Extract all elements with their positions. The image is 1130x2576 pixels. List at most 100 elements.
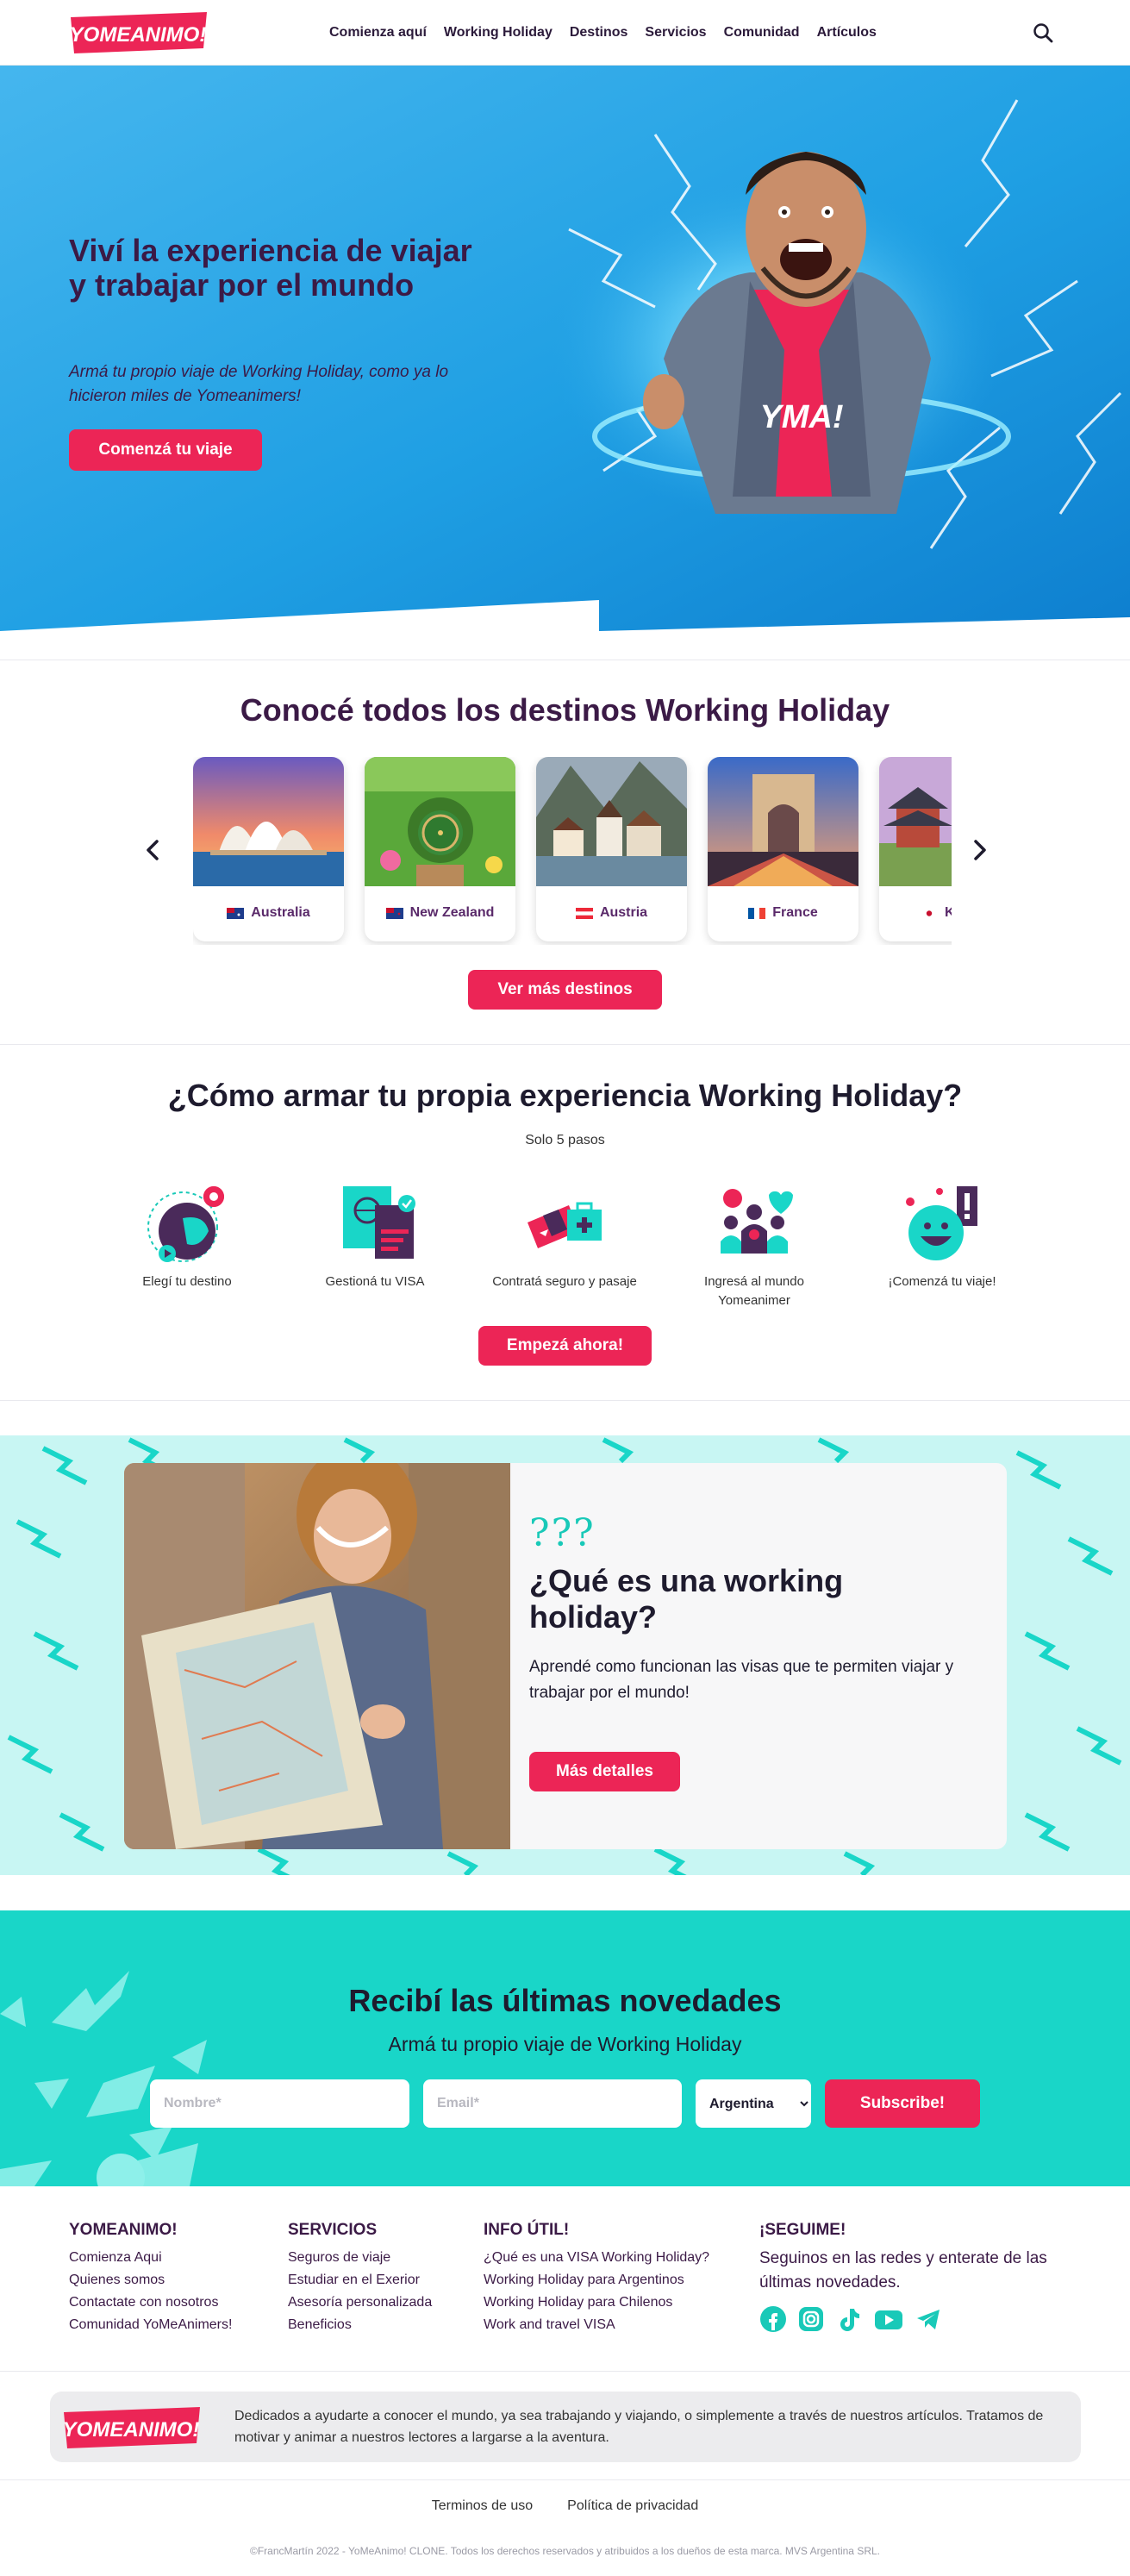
destination-name: Australia (251, 905, 310, 920)
nav-link-working-holiday[interactable]: Working Holiday (444, 25, 553, 41)
section-divider (0, 2371, 1130, 2372)
footer-link-comienza[interactable]: Comienza Aqui (69, 2247, 232, 2269)
chevron-right-icon[interactable] (967, 833, 993, 867)
austria-flag (575, 907, 593, 919)
footer-link-seguros[interactable]: Seguros de viaje (288, 2247, 432, 2269)
footer-link-contacto[interactable]: Contactate con nosotros (69, 2292, 232, 2314)
about-box: YOMEANIMO! Dedicados a ayudarte a conoce… (50, 2392, 1081, 2462)
hero-title: Viví la experiencia de viajar y trabajar… (69, 233, 472, 303)
smiley-icon (906, 1186, 977, 1260)
destination-card-france[interactable]: France (708, 757, 858, 941)
step-3: Contratá seguro y pasaje (491, 1179, 638, 1291)
destination-name: France (772, 905, 818, 920)
nav-link-articulos[interactable]: Artículos (817, 25, 877, 41)
new-zealand-flag (385, 907, 403, 919)
destination-label: K (879, 905, 952, 921)
footer-link-asesoria[interactable]: Asesoría personalizada (288, 2292, 432, 2314)
footer-link-work-travel[interactable]: Work and travel VISA (484, 2314, 709, 2336)
destination-card-korea[interactable]: K (879, 757, 952, 941)
destination-name: Austria (599, 905, 648, 920)
nav-link-destinos[interactable]: Destinos (570, 25, 628, 41)
tiktok-icon[interactable] (835, 2305, 863, 2333)
footer-link-argentinos[interactable]: Working Holiday para Argentinos (484, 2269, 709, 2292)
korea-flag (921, 907, 938, 919)
passport-icon (343, 1186, 415, 1259)
community-icon (721, 1189, 793, 1254)
destination-card-australia[interactable]: Australia (193, 757, 344, 941)
step-2: Gestioná tu VISA (302, 1179, 448, 1291)
footer-link-beneficios[interactable]: Beneficios (288, 2314, 432, 2336)
hallstatt-image (536, 757, 687, 886)
ticket-insurance-icon (528, 1202, 602, 1248)
hobbit-house-image (365, 757, 515, 886)
step-5: ¡Comenzá tu viaje! (869, 1179, 1015, 1291)
nav-link-comienza[interactable]: Comienza aquí (329, 25, 427, 41)
more-destinations-button[interactable]: Ver más destinos (468, 970, 662, 1010)
footer-link-chilenos[interactable]: Working Holiday para Chilenos (484, 2292, 709, 2314)
question-marks: ??? (529, 1511, 596, 1555)
footer-link-estudiar[interactable]: Estudiar en el Exerior (288, 2269, 432, 2292)
footer-heading: INFO ÚTIL! (484, 2221, 570, 2239)
terms-link[interactable]: Terminos de uso (432, 2498, 533, 2514)
start-trip-button[interactable]: Comenzá tu viaje (69, 429, 262, 471)
step-label: Ingresá al mundo Yomeanimer (704, 1274, 804, 1308)
france-flag (748, 907, 766, 919)
footer-col-yomeanimo: YOMEANIMO! Comienza Aqui Quienes somos C… (69, 2221, 232, 2336)
arc-de-triomphe-image (708, 757, 858, 886)
step-4: Ingresá al mundo Yomeanimer (681, 1179, 827, 1310)
social-links (759, 2305, 1052, 2333)
destination-label: Australia (193, 905, 344, 921)
subscribe-button[interactable]: Subscribe! (825, 2079, 980, 2128)
about-text: Dedicados a ayudarte a conocer el mundo,… (234, 2409, 1044, 2445)
destinations-title: Conocé todos los destinos Working Holida… (240, 692, 890, 728)
country-select[interactable]: Argentina (696, 2079, 811, 2128)
facebook-icon[interactable] (759, 2305, 787, 2333)
section-divider (0, 1400, 1130, 1401)
more-details-button[interactable]: Más detalles (529, 1752, 680, 1791)
svg-text:YOMEANIMO!: YOMEANIMO! (63, 2418, 200, 2442)
what-is-text: Aprendé como funcionan las visas que te … (529, 1658, 954, 1702)
svg-text:YMA!: YMA! (759, 399, 843, 435)
step-label: Gestioná tu VISA (325, 1274, 425, 1289)
destination-label: New Zealand (365, 905, 515, 921)
destination-card-new-zealand[interactable]: New Zealand (365, 757, 515, 941)
destination-name: New Zealand (409, 905, 495, 920)
section-divider (0, 1044, 1130, 1045)
privacy-link[interactable]: Política de privacidad (567, 2498, 698, 2514)
sydney-opera-house-image (193, 757, 344, 886)
steps-title: ¿Cómo armar tu propia experiencia Workin… (167, 1078, 963, 1113)
name-input[interactable] (150, 2079, 409, 2128)
telegram-icon[interactable] (915, 2305, 942, 2333)
korea-palace-image (879, 757, 952, 886)
footer-heading: ¡SEGUIME! (759, 2221, 846, 2239)
newsletter-section: Recibí las últimas novedades Armá tu pro… (0, 1910, 1130, 2186)
chevron-left-icon[interactable] (140, 833, 165, 867)
footer-yomeanimo-logo[interactable]: YOMEANIMO! (62, 2405, 202, 2450)
copyright-text: ©FrancMartín 2022 - YoMeAnimo! CLONE. To… (250, 2545, 880, 2557)
youtube-icon[interactable] (873, 2305, 904, 2333)
newsletter-title: Recibí las últimas novedades (348, 1983, 782, 2018)
nav-links: Comienza aquí Working Holiday Destinos S… (329, 0, 877, 66)
footer-col-info-util: INFO ÚTIL! ¿Qué es una VISA Working Holi… (484, 2221, 709, 2336)
australia-flag (227, 907, 245, 919)
legal-links: Terminos de uso Política de privacidad (0, 2498, 1130, 2514)
footer-link-que-es-visa[interactable]: ¿Qué es una VISA Working Holiday? (484, 2247, 709, 2269)
step-1: Elegí tu destino (114, 1179, 260, 1291)
yomeanimo-logo[interactable]: YOMEANIMO! (69, 10, 209, 55)
footer-link-quienes-somos[interactable]: Quienes somos (69, 2269, 232, 2292)
what-is-section: ??? ¿Qué es una working holiday? Aprendé… (0, 1435, 1130, 1875)
search-icon[interactable] (1031, 21, 1055, 45)
top-navbar: YOMEANIMO! Comienza aquí Working Holiday… (0, 0, 1130, 66)
destination-card-austria[interactable]: Austria (536, 757, 687, 941)
step-label: Elegí tu destino (142, 1274, 232, 1289)
nav-link-servicios[interactable]: Servicios (645, 25, 706, 41)
footer-heading: YOMEANIMO! (69, 2221, 178, 2239)
email-input[interactable] (423, 2079, 682, 2128)
footer-link-comunidad[interactable]: Comunidad YoMeAnimers! (69, 2314, 232, 2336)
footer-col-servicios: SERVICIOS Seguros de viaje Estudiar en e… (288, 2221, 432, 2336)
nav-link-comunidad[interactable]: Comunidad (724, 25, 800, 41)
footer-follow-text: Seguinos en las redes y enterate de las … (759, 2249, 1047, 2292)
start-now-button[interactable]: Empezá ahora! (478, 1326, 652, 1366)
step-label: Contratá seguro y pasaje (492, 1274, 637, 1289)
instagram-icon[interactable] (797, 2305, 825, 2333)
